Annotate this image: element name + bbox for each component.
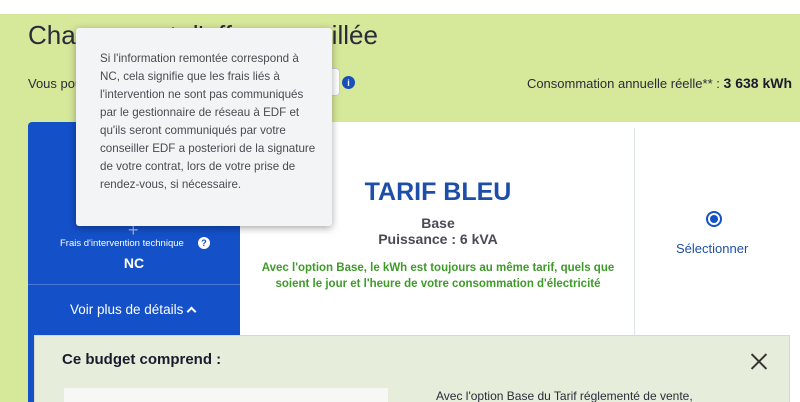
tooltip-text: Si l'information remontée correspond à N…	[100, 52, 316, 191]
budget-panel-title: Ce budget comprend :	[62, 351, 222, 368]
show-details-link[interactable]: Voir plus de détails	[70, 302, 197, 317]
consumption-label: Consommation annuelle réelle** :	[526, 76, 720, 91]
close-icon[interactable]	[748, 350, 770, 372]
select-radio[interactable]	[706, 211, 722, 227]
divider	[28, 284, 240, 285]
radio-selected-dot	[710, 215, 718, 223]
tariff-power: Puissance : 6 kVA	[378, 231, 498, 247]
budget-panel-box	[64, 388, 388, 402]
technical-fee-label: Frais d'intervention technique	[60, 238, 184, 249]
technical-fee-value: NC	[123, 255, 145, 271]
info-icon[interactable]: i	[342, 76, 355, 89]
info-tooltip: Si l'information remontée correspond à N…	[76, 28, 332, 226]
budget-panel-text: Avec l'option Base du Tarif réglementé d…	[436, 389, 693, 402]
annual-consumption: Consommation annuelle réelle** : 3 638 k…	[527, 75, 792, 91]
chevron-up-icon	[186, 306, 197, 317]
top-bar	[0, 0, 800, 14]
show-details-label: Voir plus de détails	[70, 302, 184, 317]
divider	[634, 128, 635, 336]
consumption-value: 3 638 kWh	[723, 75, 792, 91]
select-label[interactable]: Sélectionner	[676, 241, 748, 256]
help-icon[interactable]: ?	[198, 237, 210, 249]
tariff-description: Avec l'option Base, le kWh est toujours …	[261, 262, 615, 290]
